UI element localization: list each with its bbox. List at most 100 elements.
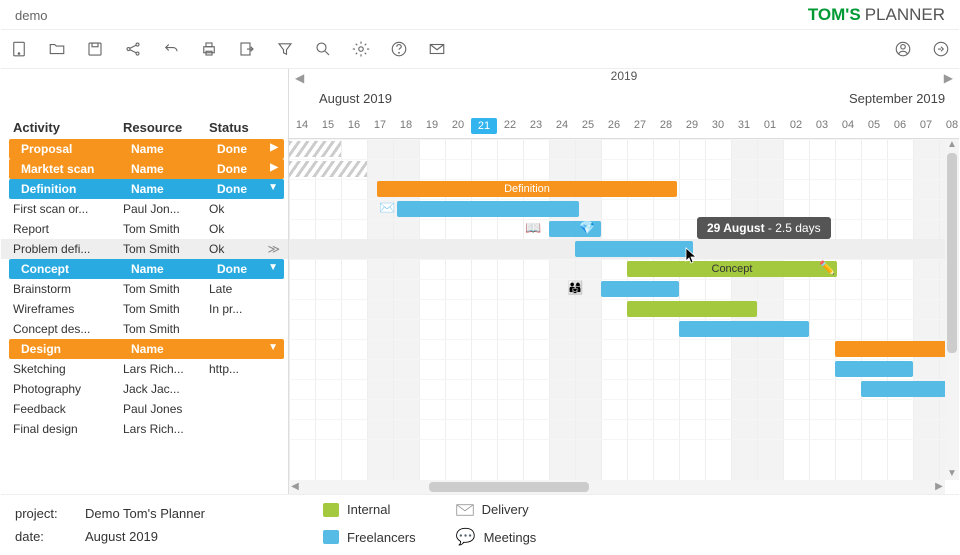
project-value: Demo Tom's Planner (85, 506, 265, 521)
day-label[interactable]: 06 (887, 119, 913, 131)
timeline-prev[interactable]: ◀ (295, 71, 304, 85)
gantt-bar[interactable] (601, 281, 679, 297)
day-label[interactable]: 08 (939, 119, 959, 131)
day-label[interactable]: 01 (757, 119, 783, 131)
gantt-area: ◀ 2019 ▶ August 2019September 2019 14151… (289, 69, 959, 494)
account-icon[interactable] (891, 37, 915, 61)
mail-icon[interactable] (425, 37, 449, 61)
chevron-icon[interactable]: ▼ (268, 262, 278, 273)
document-title: demo (15, 8, 48, 23)
settings-icon[interactable] (349, 37, 373, 61)
task-row[interactable]: FeedbackPaul Jones (1, 399, 288, 419)
date-label: date: (15, 529, 85, 544)
vertical-scrollbar[interactable]: ▲ ▼ (945, 139, 959, 480)
col-activity[interactable]: Activity (13, 120, 123, 135)
group-row[interactable]: DesignName▼ (9, 339, 284, 359)
chevron-icon[interactable]: ▶ (270, 162, 278, 173)
day-label[interactable]: 07 (913, 119, 939, 131)
new-file-icon[interactable] (7, 37, 31, 61)
day-label[interactable]: 23 (523, 119, 549, 131)
project-label: project: (15, 506, 85, 521)
task-row[interactable]: WireframesTom SmithIn pr... (1, 299, 288, 319)
group-row[interactable]: DefinitionNameDone▼ (9, 179, 284, 199)
task-row[interactable]: First scan or...Paul Jon...Ok (1, 199, 288, 219)
scroll-up-icon[interactable]: ▲ (945, 139, 959, 151)
gantt-bar[interactable] (835, 361, 913, 377)
bar-icon: 📖 (525, 220, 541, 236)
legend-item: Internal (323, 502, 416, 517)
day-label[interactable]: 20 (445, 119, 471, 131)
scroll-down-icon[interactable]: ▼ (945, 468, 959, 480)
col-status[interactable]: Status (209, 120, 269, 135)
scroll-right-icon[interactable]: ▶ (933, 480, 945, 494)
day-label[interactable]: 15 (315, 119, 341, 131)
share-icon[interactable] (121, 37, 145, 61)
timeline-next[interactable]: ▶ (944, 71, 953, 85)
group-row[interactable]: ProposalNameDone▶ (9, 139, 284, 159)
toolbar (1, 29, 959, 69)
help-icon[interactable] (387, 37, 411, 61)
scroll-left-icon[interactable]: ◀ (289, 480, 301, 494)
chevron-icon[interactable]: ▶ (270, 142, 278, 153)
expand-icon[interactable]: ≫ (267, 242, 280, 256)
group-row[interactable]: ConceptNameDone▼ (9, 259, 284, 279)
task-row[interactable]: Final designLars Rich... (1, 419, 288, 439)
group-row[interactable]: Marktet scanNameDone▶ (9, 159, 284, 179)
gantt-bar[interactable]: Concept (627, 261, 837, 277)
day-label[interactable]: 14 (289, 119, 315, 131)
day-label[interactable]: 28 (653, 119, 679, 131)
search-icon[interactable] (311, 37, 335, 61)
export-icon[interactable] (235, 37, 259, 61)
chevron-icon[interactable]: ▼ (268, 182, 278, 193)
day-label[interactable]: 22 (497, 119, 523, 131)
day-label[interactable]: 26 (601, 119, 627, 131)
bar-icon: ✉️ (379, 200, 395, 216)
task-row[interactable]: ReportTom SmithOk (1, 219, 288, 239)
save-icon[interactable] (83, 37, 107, 61)
day-label[interactable]: 24 (549, 119, 575, 131)
task-row[interactable]: BrainstormTom SmithLate (1, 279, 288, 299)
logout-icon[interactable] (929, 37, 953, 61)
day-label[interactable]: 03 (809, 119, 835, 131)
bar-icon: 👨‍👩‍👧 (567, 280, 583, 296)
day-label[interactable]: 21 (471, 118, 497, 134)
day-label[interactable]: 31 (731, 119, 757, 131)
col-resource[interactable]: Resource (123, 120, 209, 135)
day-label[interactable]: 29 (679, 119, 705, 131)
gantt-bar[interactable]: Definition (377, 181, 677, 197)
gantt-bar[interactable] (679, 321, 809, 337)
hatch-bar (289, 141, 341, 157)
day-label[interactable]: 05 (861, 119, 887, 131)
gantt-bar[interactable]: Design (835, 341, 959, 357)
gantt-bar[interactable] (627, 301, 757, 317)
day-label[interactable]: 30 (705, 119, 731, 131)
task-row[interactable]: Problem defi...Tom SmithOk≫ (1, 239, 288, 259)
scroll-thumb[interactable] (429, 482, 589, 492)
legend-item: Delivery (456, 502, 537, 517)
day-label[interactable]: 25 (575, 119, 601, 131)
day-label[interactable]: 18 (393, 119, 419, 131)
task-row[interactable]: SketchingLars Rich...http... (1, 359, 288, 379)
day-label[interactable]: 02 (783, 119, 809, 131)
task-row[interactable]: Concept des...Tom Smith (1, 319, 288, 339)
gantt-bar[interactable] (397, 201, 579, 217)
horizontal-scrollbar[interactable]: ◀ ▶ (289, 480, 945, 494)
undo-icon[interactable] (159, 37, 183, 61)
scroll-thumb[interactable] (947, 153, 957, 353)
tooltip: 29 August - 2.5 days (697, 217, 831, 239)
task-table: Activity Resource Status ProposalNameDon… (1, 69, 289, 494)
task-row[interactable]: PhotographyJack Jac... (1, 379, 288, 399)
chevron-icon[interactable]: ▼ (268, 342, 278, 353)
day-label[interactable]: 16 (341, 119, 367, 131)
folder-icon[interactable] (45, 37, 69, 61)
gantt-bar[interactable] (575, 241, 693, 257)
legend-item: Freelancers (323, 527, 416, 547)
hatch-bar (289, 161, 367, 177)
day-label[interactable]: 19 (419, 119, 445, 131)
day-label[interactable]: 17 (367, 119, 393, 131)
print-icon[interactable] (197, 37, 221, 61)
month-label: August 2019 (319, 91, 392, 106)
day-label[interactable]: 04 (835, 119, 861, 131)
filter-icon[interactable] (273, 37, 297, 61)
day-label[interactable]: 27 (627, 119, 653, 131)
